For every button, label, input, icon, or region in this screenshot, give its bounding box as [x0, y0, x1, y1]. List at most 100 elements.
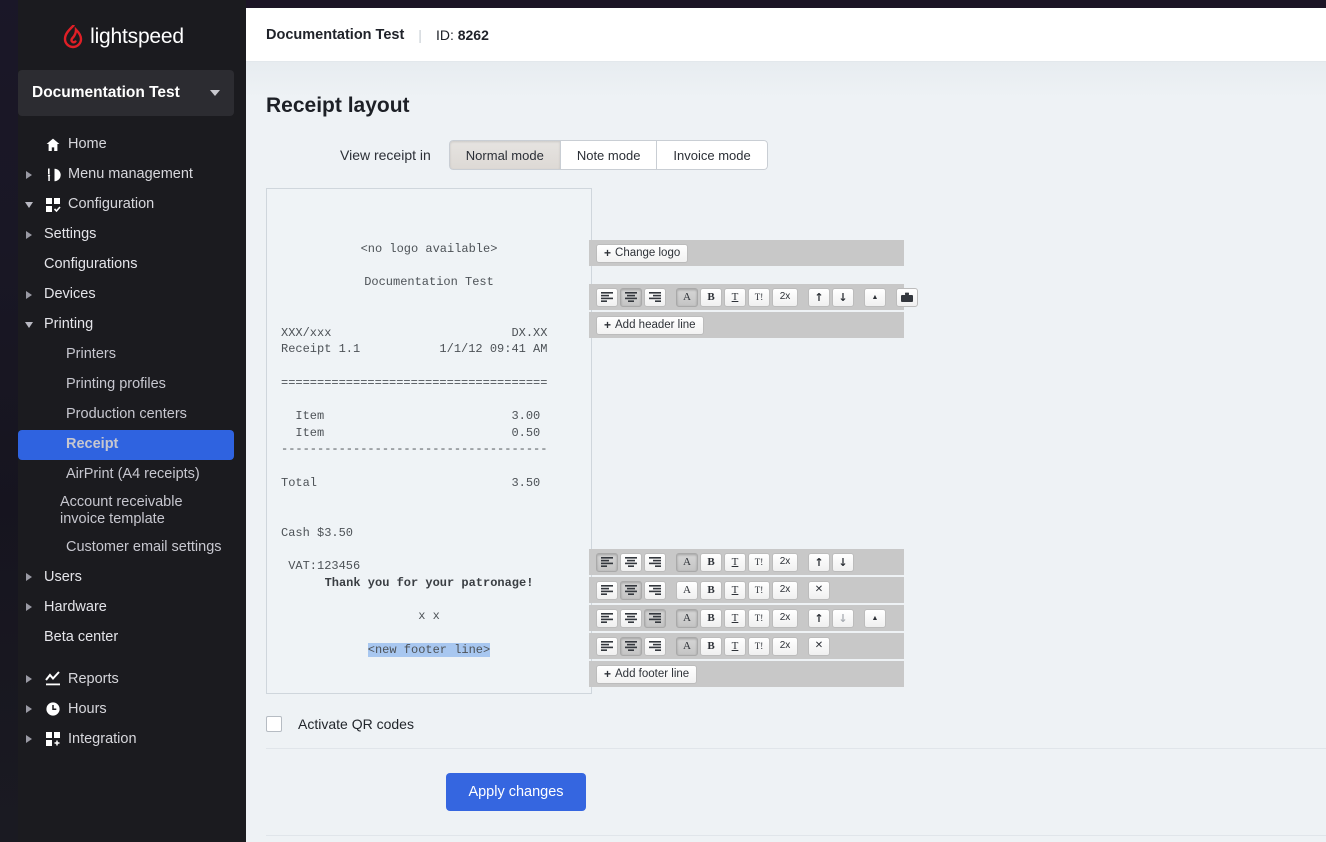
apply-changes-button[interactable]: Apply changes: [446, 773, 586, 811]
bold-button[interactable]: B: [700, 552, 722, 572]
mode-button-normal-mode[interactable]: Normal mode: [448, 140, 561, 170]
align-center-icon[interactable]: [620, 636, 642, 656]
receipt-line[interactable]: Item 3.00: [267, 408, 591, 425]
double-size-button[interactable]: 2x: [772, 636, 798, 656]
remove-line-icon[interactable]: ✕: [808, 580, 830, 600]
chevron-right-icon[interactable]: [18, 573, 40, 582]
double-size-button[interactable]: 2x: [772, 287, 798, 307]
receipt-line[interactable]: XXX/xxx DX.XX: [267, 325, 591, 342]
font-normal-button[interactable]: A: [676, 636, 698, 656]
collapse-icon[interactable]: ▲: [864, 608, 886, 628]
change-logo-button[interactable]: + Change logo: [596, 243, 689, 263]
receipt-line[interactable]: Thank you for your patronage!: [267, 575, 591, 592]
receipt-line[interactable]: Total 3.50: [267, 475, 591, 492]
receipt-preview[interactable]: <no logo available> Documentation Test X…: [266, 188, 592, 694]
align-center-icon[interactable]: [620, 552, 642, 572]
move-down-icon[interactable]: ↓: [832, 552, 854, 572]
sidebar-item-configuration[interactable]: Configuration: [18, 190, 234, 220]
align-center-icon[interactable]: [620, 608, 642, 628]
chevron-down-icon[interactable]: [18, 202, 40, 208]
receipt-line[interactable]: <no logo available>: [267, 241, 591, 258]
double-size-button[interactable]: 2x: [772, 608, 798, 628]
sidebar-item-settings[interactable]: Settings: [18, 220, 234, 250]
align-right-icon[interactable]: [644, 636, 666, 656]
underline-button[interactable]: T: [724, 287, 746, 307]
move-up-icon[interactable]: ↑: [808, 552, 830, 572]
sidebar-item-printers[interactable]: Printers: [18, 340, 234, 370]
receipt-line[interactable]: -------------------------------------: [267, 441, 591, 458]
bold-button[interactable]: B: [700, 287, 722, 307]
align-left-icon[interactable]: [596, 608, 618, 628]
align-right-icon[interactable]: [644, 580, 666, 600]
sidebar-item-home[interactable]: Home: [18, 130, 234, 160]
remove-line-icon[interactable]: ✕: [808, 636, 830, 656]
chevron-right-icon[interactable]: [18, 171, 40, 179]
receipt-line[interactable]: Cash $3.50: [267, 525, 591, 542]
sidebar-item-devices[interactable]: Devices: [18, 280, 234, 310]
tall-text-button[interactable]: T!: [748, 636, 770, 656]
move-up-icon[interactable]: ↑: [808, 287, 830, 307]
tall-text-button[interactable]: T!: [748, 287, 770, 307]
chevron-right-icon[interactable]: [18, 231, 40, 239]
chevron-right-icon[interactable]: [18, 603, 40, 612]
sidebar-item-printing[interactable]: Printing: [18, 310, 234, 340]
sidebar-item-airprint-a4-receipts[interactable]: AirPrint (A4 receipts): [18, 460, 234, 490]
receipt-line-selected[interactable]: <new footer line>: [267, 642, 591, 659]
bold-button[interactable]: B: [700, 636, 722, 656]
activate-qr-codes-checkbox[interactable]: [266, 716, 282, 732]
align-center-icon[interactable]: [620, 580, 642, 600]
align-left-icon[interactable]: [596, 552, 618, 572]
sidebar-item-beta-center[interactable]: Beta center: [18, 622, 234, 652]
bold-button[interactable]: B: [700, 608, 722, 628]
receipt-line[interactable]: Item 0.50: [267, 425, 591, 442]
sidebar-item-menu-management[interactable]: Menu management: [18, 160, 234, 190]
mode-button-invoice-mode[interactable]: Invoice mode: [657, 140, 768, 170]
chevron-right-icon[interactable]: [18, 291, 40, 299]
receipt-line[interactable]: VAT:123456: [267, 558, 591, 575]
move-up-icon[interactable]: ↑: [808, 608, 830, 628]
double-size-button[interactable]: 2x: [772, 580, 798, 600]
align-right-icon[interactable]: [644, 287, 666, 307]
align-right-icon[interactable]: [644, 608, 666, 628]
receipt-line[interactable]: x x: [267, 608, 591, 625]
receipt-line[interactable]: Documentation Test: [267, 274, 591, 291]
align-left-icon[interactable]: [596, 636, 618, 656]
collapse-icon[interactable]: ▲: [864, 287, 886, 307]
font-normal-button[interactable]: A: [676, 552, 698, 572]
move-down-icon[interactable]: ↓: [832, 608, 854, 628]
sidebar-item-account-receivable-invoice-template[interactable]: Account receivable invoice template: [18, 490, 234, 532]
sidebar-item-receipt[interactable]: Receipt: [18, 430, 234, 460]
tall-text-button[interactable]: T!: [748, 552, 770, 572]
sidebar-item-integration[interactable]: Integration: [18, 724, 234, 754]
double-size-button[interactable]: 2x: [772, 552, 798, 572]
underline-button[interactable]: T: [724, 552, 746, 572]
font-normal-button[interactable]: A: [676, 608, 698, 628]
align-center-icon[interactable]: [620, 287, 642, 307]
brand-logo[interactable]: lightspeed: [0, 8, 246, 66]
sidebar-item-production-centers[interactable]: Production centers: [18, 400, 234, 430]
sidebar-item-users[interactable]: Users: [18, 562, 234, 592]
add-footer-line-button[interactable]: + Add footer line: [596, 664, 698, 684]
sidebar-item-customer-email-settings[interactable]: Customer email settings: [18, 532, 234, 562]
sidebar-item-reports[interactable]: Reports: [18, 664, 234, 694]
sidebar-item-configurations[interactable]: Configurations: [18, 250, 234, 280]
underline-button[interactable]: T: [724, 580, 746, 600]
mode-button-note-mode[interactable]: Note mode: [560, 140, 658, 170]
tall-text-button[interactable]: T!: [748, 580, 770, 600]
underline-button[interactable]: T: [724, 608, 746, 628]
sidebar-item-printing-profiles[interactable]: Printing profiles: [18, 370, 234, 400]
align-right-icon[interactable]: [644, 552, 666, 572]
receipt-line[interactable]: =====================================: [267, 375, 591, 392]
chevron-right-icon[interactable]: [18, 675, 40, 684]
chevron-right-icon[interactable]: [18, 735, 40, 744]
move-down-icon[interactable]: ↓: [832, 287, 854, 307]
chevron-right-icon[interactable]: [18, 705, 40, 714]
sidebar-item-hardware[interactable]: Hardware: [18, 592, 234, 622]
align-left-icon[interactable]: [596, 580, 618, 600]
tall-text-button[interactable]: T!: [748, 608, 770, 628]
receipt-line[interactable]: Receipt 1.1 1/1/12 09:41 AM: [267, 341, 591, 358]
briefcase-icon[interactable]: [896, 287, 918, 307]
underline-button[interactable]: T: [724, 636, 746, 656]
chevron-down-icon[interactable]: [18, 322, 40, 328]
font-normal-button[interactable]: A: [676, 580, 698, 600]
